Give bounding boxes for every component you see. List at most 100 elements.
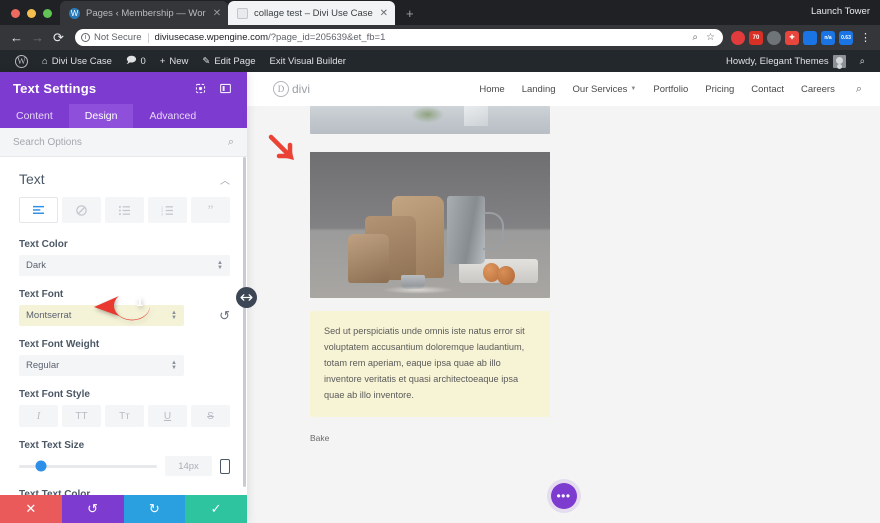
text-align-icon[interactable]	[19, 197, 58, 223]
tab-content[interactable]: Content	[0, 104, 69, 128]
panel-scrollbar[interactable]	[243, 157, 246, 487]
strikethrough-icon[interactable]: S	[191, 405, 230, 427]
divi-menu-fab[interactable]: •••	[551, 483, 577, 509]
kebab-menu-icon[interactable]: ⋮	[857, 31, 874, 44]
admin-bar-comments[interactable]: 🗩 0	[119, 53, 153, 69]
close-tab-1-button[interactable]: ✕	[212, 8, 222, 19]
speed-extension-icon[interactable]: 70	[749, 31, 763, 45]
text-size-slider[interactable]	[19, 465, 157, 468]
search-icon[interactable]: ⌕	[856, 83, 862, 96]
pen-extension-icon[interactable]	[803, 31, 817, 45]
search-input[interactable]	[13, 137, 228, 148]
info-icon: i	[81, 33, 90, 42]
plus-extension-icon[interactable]: ✚	[785, 31, 799, 45]
chevron-updown-icon: ▲▼	[171, 305, 177, 326]
admin-bar-new[interactable]: + New	[153, 56, 196, 67]
grey-extension-icon[interactable]	[767, 31, 781, 45]
admin-bar-edit-page[interactable]: ✎ Edit Page	[195, 56, 262, 67]
nav-item-our-services[interactable]: Our Services▼	[573, 84, 637, 95]
underline-icon[interactable]: U	[148, 405, 187, 427]
text-size-value[interactable]: 14px	[165, 456, 212, 476]
close-tab-2-button[interactable]: ✕	[379, 8, 389, 19]
nav-item-pricing[interactable]: Pricing	[705, 84, 734, 95]
undo-button[interactable]: ↺	[62, 495, 124, 523]
uppercase-icon[interactable]: TT	[62, 405, 101, 427]
slider-handle[interactable]	[36, 461, 47, 472]
nm-extension-icon[interactable]: n/a	[821, 31, 835, 45]
maximize-window-button[interactable]	[43, 9, 52, 18]
panel-layout-icon[interactable]	[217, 80, 234, 97]
site-logo[interactable]: D divi	[273, 81, 310, 97]
search-options-row[interactable]: ⌕	[0, 128, 247, 157]
browser-tab-1[interactable]: W Pages ‹ Membership — WordP ✕	[60, 1, 228, 25]
unordered-list-icon[interactable]	[105, 197, 144, 223]
star-icon[interactable]: ☆	[704, 32, 717, 43]
chevron-down-icon: ▼	[630, 86, 636, 92]
wp-logo-menu[interactable]: W	[8, 55, 35, 68]
field-text-color-label: Text Color	[19, 239, 230, 250]
nav-item-portfolio[interactable]: Portfolio	[653, 84, 688, 95]
browser-tab-2[interactable]: collage test – Divi Use Case ✕	[228, 1, 395, 25]
content-column: Sed ut perspiciatis unde omnis iste natu…	[310, 106, 610, 443]
search-icon[interactable]: ⌕	[690, 32, 700, 43]
search-icon[interactable]: ⌕	[228, 136, 234, 149]
tab-advanced[interactable]: Advanced	[133, 104, 212, 128]
redo-button[interactable]: ↻	[124, 495, 186, 523]
reload-button[interactable]: ⟳	[48, 27, 69, 48]
panel-resize-handle[interactable]	[236, 287, 257, 308]
text-color-select[interactable]: Dark ▲▼	[19, 255, 230, 276]
extensions-tray: 70 ✚ n/a 0.63 ⋮	[729, 31, 874, 45]
mobile-icon[interactable]	[220, 459, 230, 474]
capitalize-icon[interactable]: Tᴛ	[105, 405, 144, 427]
site-logo-text: divi	[292, 82, 310, 96]
admin-bar-search[interactable]: ⌕	[853, 56, 872, 67]
italic-icon[interactable]: I	[19, 405, 58, 427]
minimize-window-button[interactable]	[27, 9, 36, 18]
window-traffic-lights[interactable]	[0, 9, 60, 25]
chevron-up-icon[interactable]: ︿	[220, 172, 230, 187]
back-button[interactable]: ←	[6, 27, 27, 48]
text-module[interactable]: Sed ut perspiciatis unde omnis iste natu…	[310, 311, 550, 417]
page-title: Text Settings	[13, 81, 184, 96]
tab-design[interactable]: Design	[69, 104, 134, 128]
ordered-list-icon[interactable]: 123	[148, 197, 187, 223]
close-window-button[interactable]	[11, 9, 20, 18]
admin-bar-site-name[interactable]: ⌂ Divi Use Case	[35, 56, 119, 67]
nav-item-careers[interactable]: Careers	[801, 84, 835, 95]
baking-still-life-photo	[310, 134, 550, 298]
field-text-font-style: Text Font Style I TT Tᴛ U S	[0, 389, 247, 427]
section-title: Text	[19, 171, 220, 187]
nav-item-contact[interactable]: Contact	[751, 84, 784, 95]
forward-button[interactable]: →	[27, 27, 48, 48]
text-module-caption: Bake	[310, 433, 610, 443]
svg-text:3: 3	[161, 212, 163, 215]
blockquote-icon[interactable]: ”	[191, 197, 230, 223]
nav-item-landing[interactable]: Landing	[522, 84, 556, 95]
undo-icon[interactable]: ↺	[219, 308, 230, 324]
site-name-label: Divi Use Case	[52, 56, 112, 67]
text-format-buttons: 123 ”	[0, 197, 247, 223]
score-extension-icon[interactable]: 0.63	[839, 31, 853, 45]
chevron-updown-icon: ▲▼	[171, 355, 177, 376]
module-focus-icon[interactable]	[192, 80, 209, 97]
wordpress-admin-bar: W ⌂ Divi Use Case 🗩 0 + New ✎ Edit Page …	[0, 50, 880, 72]
section-text-header[interactable]: Text ︿	[0, 157, 247, 197]
plus-icon: +	[160, 56, 166, 67]
adblock-extension-icon[interactable]	[731, 31, 745, 45]
nav-item-home[interactable]: Home	[479, 84, 504, 95]
step-marker-1: 1	[92, 291, 156, 321]
new-tab-button[interactable]: +	[399, 2, 421, 24]
red-arrow-annotation	[268, 134, 302, 168]
field-text-text-color: Text Text Color Select Color	[0, 489, 247, 495]
admin-bar-account[interactable]: Howdy, Elegant Themes	[719, 55, 853, 68]
link-icon[interactable]	[62, 197, 101, 223]
save-button[interactable]: ✓	[185, 495, 247, 523]
admin-bar-exit-builder[interactable]: Exit Visual Builder	[263, 56, 353, 67]
field-text-text-size: Text Text Size 14px	[0, 440, 247, 476]
text-module-body: Sed ut perspiciatis unde omnis iste natu…	[324, 323, 536, 403]
comment-icon: 🗩	[126, 53, 137, 69]
cancel-button[interactable]: ✕	[0, 495, 62, 523]
address-bar[interactable]: i Not Secure diviusecase.wpengine.com/?p…	[75, 29, 723, 46]
howdy-label: Howdy, Elegant Themes	[726, 56, 829, 67]
text-font-weight-select[interactable]: Regular ▲▼	[19, 355, 184, 376]
